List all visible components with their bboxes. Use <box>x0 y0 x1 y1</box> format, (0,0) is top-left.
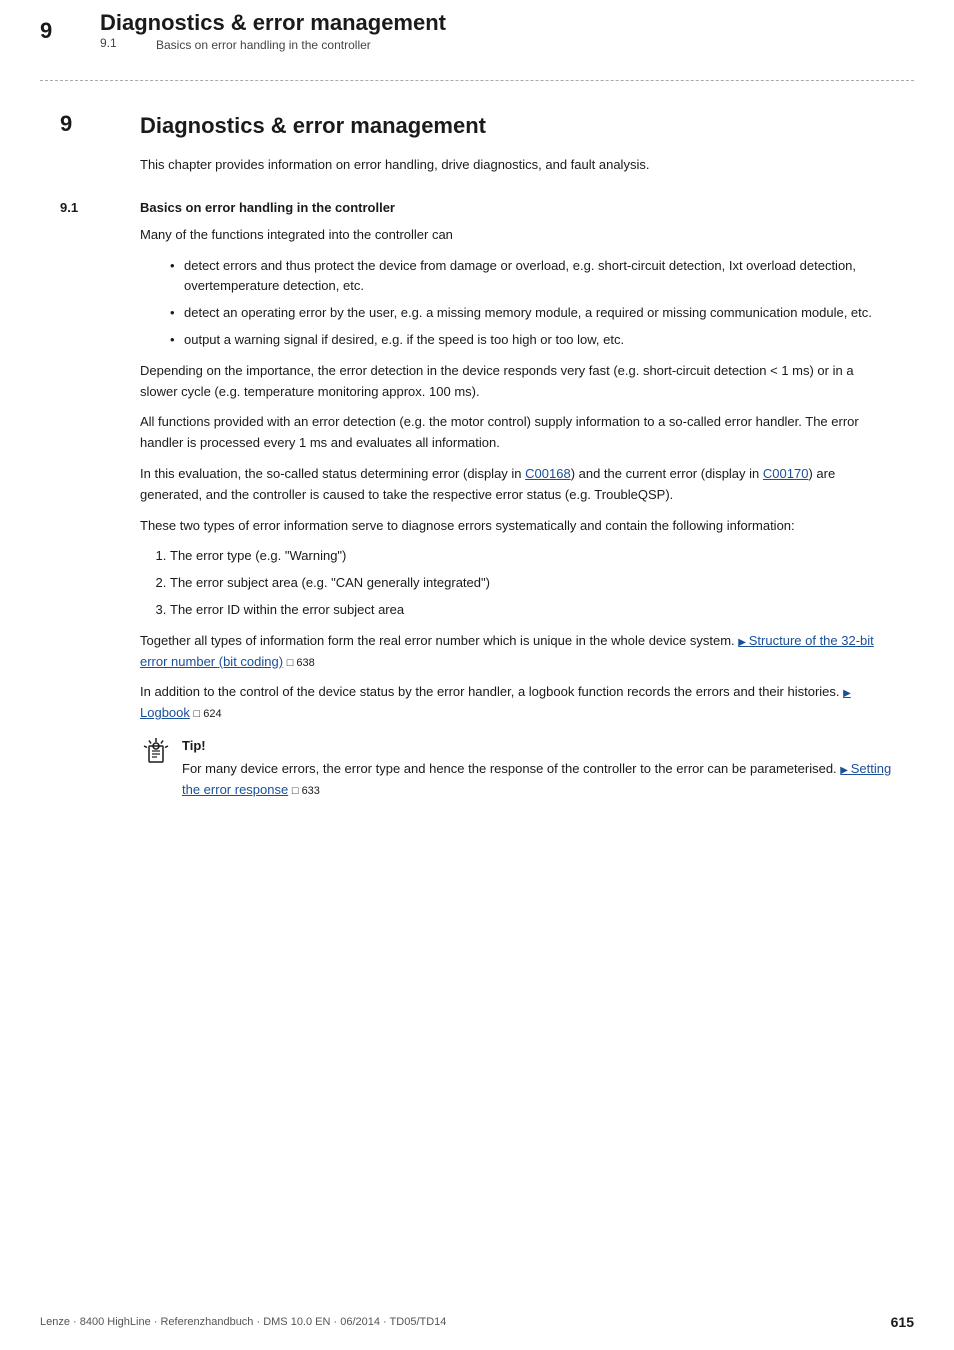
section9-intro: This chapter provides information on err… <box>140 155 894 176</box>
para4-mid: ) and the current error (display in <box>571 466 763 481</box>
numbered-item: The error ID within the error subject ar… <box>170 600 894 621</box>
tip-icon <box>140 736 172 768</box>
c00170-link[interactable]: C00170 <box>763 466 809 481</box>
section9-title: Diagnostics & error management <box>140 111 486 139</box>
c00168-link[interactable]: C00168 <box>525 466 571 481</box>
para7: In addition to the control of the device… <box>140 682 894 724</box>
tip-inner: Tip! For many device errors, the error t… <box>182 738 894 801</box>
para6-pageref: □ 638 <box>287 657 315 669</box>
para4: In this evaluation, the so-called status… <box>140 464 894 506</box>
tip-box: Tip! For many device errors, the error t… <box>140 738 894 801</box>
bullet-list: detect errors and thus protect the devic… <box>170 256 894 351</box>
header-subtitle: Basics on error handling in the controll… <box>156 38 371 52</box>
footer-right: 615 <box>891 1314 914 1330</box>
list-item: output a warning signal if desired, e.g.… <box>170 330 894 351</box>
section91-heading: 9.1 Basics on error handling in the cont… <box>60 200 894 215</box>
para7-prefix: In addition to the control of the device… <box>140 684 843 699</box>
para3: All functions provided with an error det… <box>140 412 894 454</box>
section91-title: Basics on error handling in the controll… <box>140 200 395 215</box>
header-chapter-num: 9 <box>40 18 100 44</box>
numbered-item: The error type (e.g. "Warning") <box>170 546 894 567</box>
tip-icon-svg <box>140 736 172 768</box>
header-section-num: 9.1 <box>100 36 140 52</box>
page: 9 Diagnostics & error management 9.1 Bas… <box>0 0 954 1350</box>
tip-pageref: □ 633 <box>292 785 320 797</box>
para7-pageref: □ 624 <box>194 708 222 720</box>
numbered-list: The error type (e.g. "Warning") The erro… <box>170 546 894 620</box>
main-content: 9 Diagnostics & error management This ch… <box>0 81 954 841</box>
para6-prefix: Together all types of information form t… <box>140 633 738 648</box>
para4-prefix: In this evaluation, the so-called status… <box>140 466 525 481</box>
para2: Depending on the importance, the error d… <box>140 361 894 403</box>
header-title: Diagnostics & error management <box>100 10 446 36</box>
numbered-item: The error subject area (e.g. "CAN genera… <box>170 573 894 594</box>
para1: Many of the functions integrated into th… <box>140 225 894 246</box>
header-bar: 9 Diagnostics & error management 9.1 Bas… <box>0 0 954 62</box>
footer: Lenze · 8400 HighLine · Referenzhandbuch… <box>40 1314 914 1330</box>
para6: Together all types of information form t… <box>140 631 894 673</box>
list-item: detect errors and thus protect the devic… <box>170 256 894 298</box>
section91-num: 9.1 <box>60 200 140 215</box>
footer-left: Lenze · 8400 HighLine · Referenzhandbuch… <box>40 1316 446 1328</box>
header-right: Diagnostics & error management 9.1 Basic… <box>100 10 446 52</box>
list-item: detect an operating error by the user, e… <box>170 303 894 324</box>
para5: These two types of error information ser… <box>140 516 894 537</box>
section9-heading: 9 Diagnostics & error management <box>60 111 894 139</box>
section9-num: 9 <box>60 111 140 137</box>
tip-label: Tip! <box>182 738 894 753</box>
tip-content: For many device errors, the error type a… <box>182 759 894 801</box>
